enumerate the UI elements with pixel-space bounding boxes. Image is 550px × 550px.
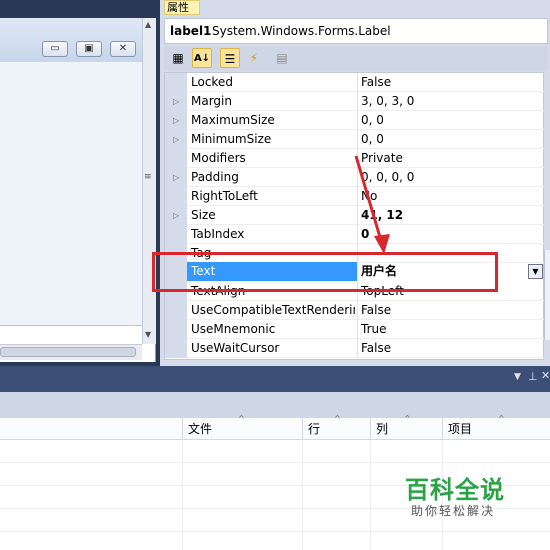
sort-icon: ^ [498, 414, 505, 423]
events-icon[interactable]: ⚡ [244, 48, 264, 68]
expand-icon[interactable]: ▷ [173, 206, 179, 225]
dropdown-icon[interactable]: ▼ [514, 372, 521, 382]
scroll-down-icon[interactable]: ▼ [145, 330, 151, 339]
expand-icon[interactable]: ▷ [173, 168, 179, 187]
property-value[interactable]: False [361, 73, 391, 92]
property-name: MinimumSize [191, 132, 272, 146]
property-value[interactable]: True [361, 320, 387, 339]
column-divider [370, 440, 371, 550]
expand-icon[interactable]: ▷ [173, 111, 179, 130]
close-panel-icon[interactable]: ✕ [541, 369, 550, 382]
property-value[interactable]: False [361, 339, 391, 358]
property-grid-scrollbar[interactable] [544, 250, 550, 340]
property-name: UseCompatibleTextRenderin [191, 303, 355, 317]
properties-icon[interactable]: ☰ [220, 48, 240, 68]
object-name: label1 [170, 24, 212, 38]
property-name: Margin [191, 94, 232, 108]
sort-icon: ^ [238, 414, 245, 423]
row-gutter [165, 187, 187, 206]
property-value[interactable]: False [361, 301, 391, 320]
property-value[interactable]: 3, 0, 3, 0 [361, 92, 414, 111]
property-name: RightToLeft [191, 189, 258, 203]
watermark-title: 百科全说 [405, 476, 505, 504]
categorized-icon[interactable]: ▦ [168, 48, 188, 68]
property-value[interactable]: 0, 0 [361, 111, 384, 130]
form-body[interactable] [0, 62, 142, 326]
column-divider [182, 440, 183, 550]
row-gutter [165, 339, 187, 358]
property-name: Size [191, 208, 216, 222]
row-divider [0, 462, 550, 463]
sort-icon: ^ [404, 414, 411, 423]
chevron-down-icon[interactable]: ▼ [528, 264, 543, 279]
pin-icon[interactable]: ⊥ [528, 370, 538, 383]
maximize-icon[interactable]: ▣ [76, 41, 102, 57]
highlight-box [152, 252, 498, 292]
object-type: System.Windows.Forms.Label [212, 24, 391, 38]
column-divider [302, 440, 303, 550]
row-gutter [165, 149, 187, 168]
column-header-project[interactable]: 项目 [442, 418, 550, 440]
sort-icon: ^ [334, 414, 341, 423]
property-name: Padding [191, 170, 239, 184]
property-name: Modifiers [191, 151, 246, 165]
row-gutter [165, 225, 187, 244]
error-list-title-bar [0, 366, 550, 392]
horizontal-scroll-thumb[interactable] [0, 347, 136, 357]
minimize-icon[interactable]: ▭ [42, 41, 68, 57]
properties-tab[interactable]: 属性 [164, 0, 200, 15]
scroll-up-icon[interactable]: ▲ [145, 20, 151, 29]
red-arrow-icon [354, 155, 390, 254]
error-list-toolbar [0, 392, 550, 418]
row-divider [0, 531, 550, 532]
expand-icon[interactable]: ▷ [173, 92, 179, 111]
property-pages-icon[interactable]: ▤ [272, 48, 292, 68]
property-name: MaximumSize [191, 113, 275, 127]
property-name: TabIndex [191, 227, 245, 241]
row-gutter [165, 320, 187, 339]
row-gutter [165, 301, 187, 320]
property-name: Locked [191, 75, 233, 89]
row-gutter [165, 73, 187, 92]
watermark-subtitle: 助你轻松解决 [411, 504, 496, 518]
scroll-grip-icon[interactable]: ≡ [144, 172, 152, 182]
property-name: UseWaitCursor [191, 341, 280, 355]
alphabetical-icon[interactable]: A↓ [192, 48, 212, 68]
property-value[interactable]: 0, 0 [361, 130, 384, 149]
close-icon[interactable]: ✕ [110, 41, 136, 57]
property-name: UseMnemonic [191, 322, 276, 336]
expand-icon[interactable]: ▷ [173, 130, 179, 149]
